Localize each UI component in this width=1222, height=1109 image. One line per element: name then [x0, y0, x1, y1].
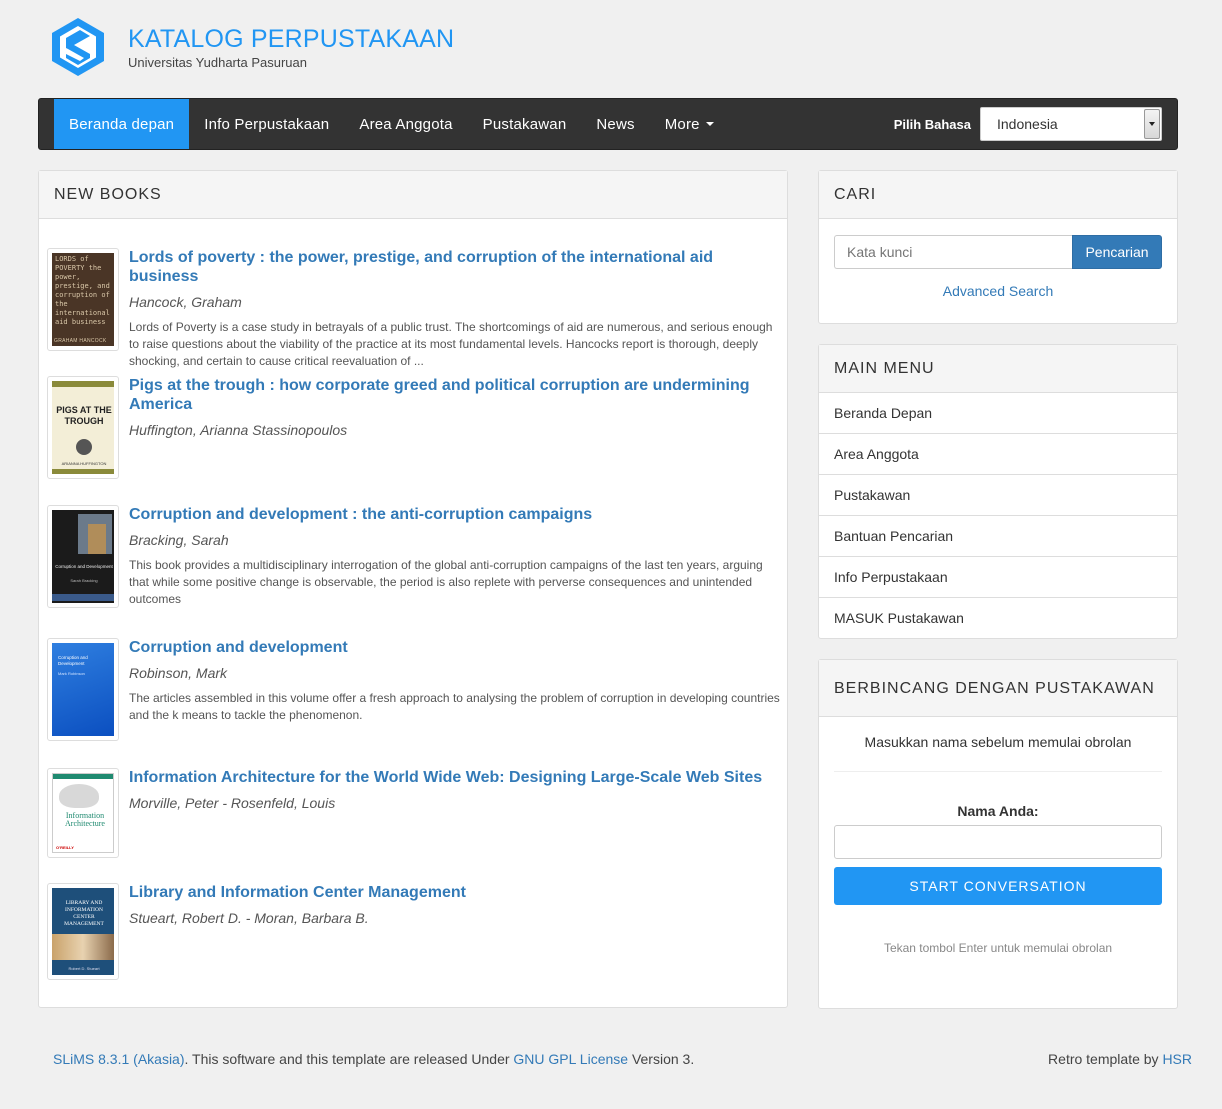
main-navbar: Beranda depan Info Perpustakaan Area Ang…: [38, 98, 1178, 150]
language-select[interactable]: Indonesia: [980, 107, 1162, 141]
search-button[interactable]: Pencarian: [1072, 235, 1162, 269]
nav-news[interactable]: News: [581, 99, 649, 149]
language-selected-value: Indonesia: [997, 116, 1058, 132]
footer-text-1: . This software and this template are re…: [184, 1051, 514, 1067]
menu-item-beranda-depan[interactable]: Beranda Depan: [819, 393, 1177, 434]
chat-name-input[interactable]: [834, 825, 1162, 859]
book-cover[interactable]: Information Architecture O'REILLY: [47, 768, 119, 858]
book-title-link[interactable]: Library and Information Center Managemen…: [129, 883, 781, 902]
book-author: Robinson, Mark: [129, 665, 228, 681]
cover-text: Information Architecture: [65, 811, 105, 828]
menu-item-info-perpustakaan[interactable]: Info Perpustakaan: [819, 557, 1177, 598]
chat-intro-text: Masukkan nama sebelum memulai obrolan: [864, 734, 1132, 750]
book-cover[interactable]: Corruption and Development Mark Robinson: [47, 638, 119, 741]
dropdown-arrow-icon[interactable]: [1144, 109, 1160, 139]
cover-author: GRAHAM HANCOCK: [54, 338, 107, 344]
new-books-heading: NEW BOOKS: [39, 171, 787, 219]
footer-text-2: Version 3.: [628, 1051, 695, 1067]
main-menu-panel: MAIN MENU Beranda Depan Area Anggota Pus…: [818, 344, 1178, 639]
menu-item-bantuan-pencarian[interactable]: Bantuan Pencarian: [819, 516, 1177, 557]
book-author: Huffington, Arianna Stassinopoulos: [129, 422, 348, 438]
book-title-link[interactable]: Information Architecture for the World W…: [129, 768, 781, 787]
caret-down-icon: [705, 122, 714, 126]
nav-info-perpustakaan[interactable]: Info Perpustakaan: [189, 99, 344, 149]
menu-item-area-anggota[interactable]: Area Anggota: [819, 434, 1177, 475]
menu-item-pustakawan[interactable]: Pustakawan: [819, 475, 1177, 516]
chat-hint-text: Tekan tombol Enter untuk memulai obrolan: [883, 941, 1113, 955]
cover-author: Mark Robinson: [58, 671, 85, 676]
nav-pustakawan[interactable]: Pustakawan: [468, 99, 582, 149]
footer-credit: Retro template by HSR: [1048, 1051, 1192, 1067]
chat-panel: BERBINCANG DENGAN PUSTAKAWAN Masukkan na…: [818, 659, 1178, 1009]
chat-name-label: Nama Anda:: [957, 803, 1039, 819]
slims-version-link[interactable]: SLiMS 8.3.1 (Akasia): [53, 1051, 185, 1067]
chat-heading: BERBINCANG DENGAN PUSTAKAWAN: [819, 660, 1177, 717]
nav-area-anggota[interactable]: Area Anggota: [344, 99, 467, 149]
footer-license: SLiMS 8.3.1 (Akasia). This software and …: [53, 1051, 694, 1067]
cover-text: Corruption and Development: [58, 655, 88, 666]
book-title-link[interactable]: Corruption and development: [129, 638, 781, 657]
keyword-search-input[interactable]: [834, 235, 1072, 269]
cover-author: Robert D. Stueart: [68, 966, 100, 971]
cover-text: Corruption and Development: [55, 564, 113, 569]
search-heading: CARI: [819, 171, 1177, 219]
language-label: Pilih Bahasa: [893, 116, 971, 132]
nav-beranda-depan[interactable]: Beranda depan: [54, 99, 190, 149]
site-subtitle: Universitas Yudharta Pasuruan: [128, 55, 307, 70]
slims-logo-icon: [52, 18, 104, 76]
book-author: Stueart, Robert D. - Moran, Barbara B.: [129, 910, 369, 926]
start-conversation-button[interactable]: START CONVERSATION: [834, 867, 1162, 905]
book-description: Lords of Poverty is a case study in betr…: [129, 320, 773, 368]
book-description: This book provides a multidisciplinary i…: [129, 558, 763, 606]
book-author: Bracking, Sarah: [129, 532, 229, 548]
footer-retro-text: Retro template by: [1048, 1051, 1163, 1067]
hsr-link[interactable]: HSR: [1162, 1051, 1192, 1067]
book-title-link[interactable]: Lords of poverty : the power, prestige, …: [129, 248, 781, 286]
cover-text: LORDS of POVERTY the power, prestige, an…: [55, 255, 110, 326]
cover-text: LIBRARY AND INFORMATION CENTER MANAGEMEN…: [64, 900, 104, 927]
book-cover[interactable]: Corruption and Development Sarah Brackin…: [47, 505, 119, 608]
book-author: Morville, Peter - Rosenfeld, Louis: [129, 795, 336, 811]
menu-item-masuk-pustakawan[interactable]: MASUK Pustakawan: [819, 598, 1177, 639]
book-cover[interactable]: PIGS AT THE TROUGH ARIANNA HUFFINGTON: [47, 376, 119, 479]
nav-more-label: More: [664, 115, 700, 133]
nav-more-dropdown[interactable]: More: [650, 99, 729, 149]
new-books-panel: NEW BOOKS LORDS of POVERTY the power, pr…: [38, 170, 788, 1008]
site-title[interactable]: KATALOG PERPUSTAKAAN: [128, 24, 454, 54]
cover-author: ARIANNA HUFFINGTON: [61, 461, 107, 466]
advanced-search-link[interactable]: Advanced Search: [819, 283, 1177, 299]
book-title-link[interactable]: Pigs at the trough : how corporate greed…: [129, 376, 781, 414]
search-panel: CARI Pencarian Advanced Search: [818, 170, 1178, 324]
chat-divider: [834, 771, 1162, 772]
book-description: The articles assembled in this volume of…: [129, 691, 780, 722]
book-cover[interactable]: LIBRARY AND INFORMATION CENTER MANAGEMEN…: [47, 883, 119, 980]
cover-text: PIGS AT THE TROUGH: [56, 405, 112, 426]
gpl-license-link[interactable]: GNU GPL License: [513, 1051, 628, 1067]
book-cover[interactable]: LORDS of POVERTY the power, prestige, an…: [47, 248, 119, 351]
cover-author: Sarah Bracking: [70, 578, 98, 583]
brand[interactable]: KATALOG PERPUSTAKAAN Universitas Yudhart…: [50, 16, 454, 78]
book-author: Hancock, Graham: [129, 294, 242, 310]
main-menu-heading: MAIN MENU: [819, 345, 1177, 393]
cover-author: O'REILLY: [56, 845, 74, 850]
book-title-link[interactable]: Corruption and development : the anti-co…: [129, 505, 781, 524]
